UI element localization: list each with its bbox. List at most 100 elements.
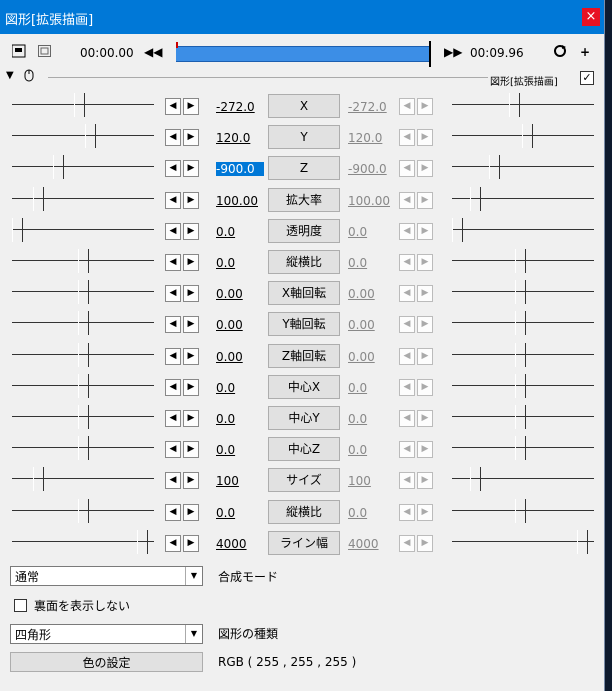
- timeline-bar[interactable]: [176, 41, 431, 67]
- end-slider[interactable]: [452, 246, 594, 276]
- end-value[interactable]: 0.00: [348, 287, 396, 301]
- slider-thumb[interactable]: [522, 124, 533, 149]
- end-slider[interactable]: [452, 340, 594, 370]
- slider-thumb[interactable]: [78, 436, 89, 461]
- end-decrement-button[interactable]: ◀: [399, 285, 415, 303]
- end-slider[interactable]: [452, 152, 594, 182]
- end-decrement-button[interactable]: ◀: [399, 222, 415, 240]
- start-increment-button[interactable]: ▶: [183, 316, 199, 334]
- reverse-icon[interactable]: [553, 44, 567, 58]
- start-decrement-button[interactable]: ◀: [165, 410, 181, 427]
- end-increment-button[interactable]: ▶: [417, 316, 433, 334]
- end-increment-button[interactable]: ▶: [417, 534, 433, 552]
- slider-thumb[interactable]: [85, 124, 96, 149]
- slider-thumb[interactable]: [78, 373, 89, 398]
- end-increment-button[interactable]: ▶: [417, 191, 433, 209]
- end-value[interactable]: 0.0: [348, 225, 396, 239]
- start-increment-button[interactable]: ▶: [183, 441, 199, 459]
- start-slider[interactable]: [12, 277, 154, 307]
- start-value[interactable]: 0.0: [216, 412, 264, 426]
- start-slider[interactable]: [12, 496, 154, 526]
- start-increment-button[interactable]: ▶: [183, 160, 199, 178]
- end-increment-button[interactable]: ▶: [417, 378, 433, 396]
- end-decrement-button[interactable]: ◀: [399, 472, 415, 490]
- title-bar[interactable]: 図形[拡張描画] ×: [0, 0, 604, 34]
- slider-thumb[interactable]: [470, 467, 481, 492]
- slider-thumb[interactable]: [577, 529, 588, 554]
- start-value[interactable]: 0.0: [216, 506, 264, 520]
- start-increment-button[interactable]: ▶: [183, 98, 199, 115]
- param-button[interactable]: Z軸回転: [268, 343, 340, 368]
- end-slider[interactable]: [452, 496, 594, 526]
- start-slider[interactable]: [12, 527, 154, 557]
- end-value[interactable]: -272.0: [348, 100, 396, 114]
- backface-checkbox[interactable]: [14, 599, 27, 612]
- start-decrement-button[interactable]: ◀: [165, 441, 181, 459]
- start-decrement-button[interactable]: ◀: [165, 347, 181, 365]
- slider-thumb[interactable]: [137, 529, 148, 554]
- param-button[interactable]: Y: [268, 125, 340, 150]
- start-value[interactable]: 0.00: [216, 350, 264, 364]
- end-value[interactable]: 0.0: [348, 443, 396, 457]
- end-decrement-button[interactable]: ◀: [399, 160, 415, 178]
- start-slider[interactable]: [12, 371, 154, 401]
- end-increment-button[interactable]: ▶: [417, 441, 433, 459]
- slider-thumb[interactable]: [78, 342, 89, 367]
- start-decrement-button[interactable]: ◀: [165, 191, 181, 209]
- start-increment-button[interactable]: ▶: [183, 191, 199, 209]
- slider-thumb[interactable]: [33, 186, 44, 211]
- start-decrement-button[interactable]: ◀: [165, 285, 181, 303]
- slider-thumb[interactable]: [74, 93, 85, 117]
- end-decrement-button[interactable]: ◀: [399, 347, 415, 365]
- start-decrement-button[interactable]: ◀: [165, 98, 181, 115]
- end-slider[interactable]: [452, 527, 594, 557]
- end-increment-button[interactable]: ▶: [417, 285, 433, 303]
- param-button[interactable]: 縦横比: [268, 250, 340, 274]
- end-value[interactable]: 0.0: [348, 381, 396, 395]
- start-increment-button[interactable]: ▶: [183, 410, 199, 427]
- start-slider[interactable]: [12, 464, 154, 494]
- end-slider[interactable]: [452, 277, 594, 307]
- close-button[interactable]: ×: [582, 8, 600, 26]
- slider-thumb[interactable]: [470, 186, 481, 211]
- start-value[interactable]: 0.0: [216, 256, 264, 270]
- slider-thumb[interactable]: [78, 405, 89, 429]
- start-increment-button[interactable]: ▶: [183, 534, 199, 552]
- start-slider[interactable]: [12, 308, 154, 338]
- start-slider[interactable]: [12, 121, 154, 151]
- end-increment-button[interactable]: ▶: [417, 129, 433, 147]
- param-button[interactable]: 縦横比: [268, 499, 340, 524]
- end-decrement-button[interactable]: ◀: [399, 316, 415, 334]
- slider-thumb[interactable]: [515, 436, 526, 461]
- frame-icon[interactable]: [38, 44, 52, 58]
- end-value[interactable]: 120.0: [348, 131, 396, 145]
- param-button[interactable]: X: [268, 94, 340, 118]
- end-value[interactable]: 100.00: [348, 194, 396, 208]
- end-decrement-button[interactable]: ◀: [399, 503, 415, 521]
- start-value[interactable]: 0.0: [216, 225, 264, 239]
- end-value[interactable]: 0.0: [348, 256, 396, 270]
- start-decrement-button[interactable]: ◀: [165, 534, 181, 552]
- end-increment-button[interactable]: ▶: [417, 503, 433, 521]
- start-slider[interactable]: [12, 402, 154, 432]
- param-button[interactable]: Y軸回転: [268, 312, 340, 337]
- start-value[interactable]: -900.0: [216, 162, 264, 177]
- param-button[interactable]: X軸回転: [268, 281, 340, 306]
- slider-thumb[interactable]: [515, 280, 526, 305]
- end-slider[interactable]: [452, 402, 594, 432]
- end-increment-button[interactable]: ▶: [417, 222, 433, 240]
- start-increment-button[interactable]: ▶: [183, 472, 199, 490]
- param-button[interactable]: サイズ: [268, 468, 340, 493]
- end-increment-button[interactable]: ▶: [417, 347, 433, 365]
- next-frame-button[interactable]: ▶▶: [444, 44, 462, 60]
- slider-thumb[interactable]: [515, 405, 526, 429]
- start-value[interactable]: 0.00: [216, 318, 264, 332]
- prev-frame-button[interactable]: ◀◀: [144, 44, 162, 60]
- add-button[interactable]: +: [576, 44, 594, 60]
- keyframe-icon[interactable]: [11, 44, 26, 58]
- start-increment-button[interactable]: ▶: [183, 503, 199, 521]
- start-value[interactable]: -272.0: [216, 100, 264, 114]
- end-decrement-button[interactable]: ◀: [399, 191, 415, 209]
- start-decrement-button[interactable]: ◀: [165, 129, 181, 147]
- slider-thumb[interactable]: [515, 342, 526, 367]
